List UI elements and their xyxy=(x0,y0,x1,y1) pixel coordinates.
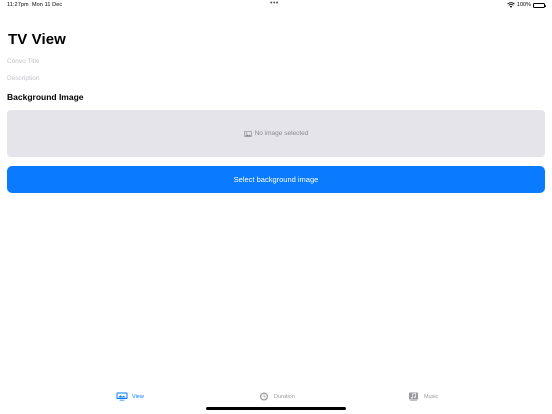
status-time: 11:27pm xyxy=(7,2,29,8)
tab-view[interactable]: View xyxy=(116,392,144,401)
tab-music-label: Music xyxy=(424,393,439,400)
tab-music[interactable]: Music xyxy=(408,392,438,401)
background-image-heading: Background Image xyxy=(7,92,84,102)
status-bar: 11:27pm Mon 11 Dec ••• 100% xyxy=(0,0,552,10)
battery-icon xyxy=(533,2,546,8)
home-indicator[interactable] xyxy=(206,407,346,410)
page-title: TV View xyxy=(8,31,66,48)
clock-icon xyxy=(260,392,268,401)
status-time-date: 11:27pm Mon 11 Dec xyxy=(7,2,62,8)
battery-percentage: 100% xyxy=(516,2,531,8)
convo-title-input[interactable] xyxy=(7,58,307,65)
music-note-icon xyxy=(409,392,418,401)
status-date: Mon 11 Dec xyxy=(31,2,63,8)
multitasking-dots[interactable]: ••• xyxy=(270,0,279,7)
photo-icon xyxy=(243,130,252,137)
description-input[interactable] xyxy=(7,75,307,82)
tab-bar: View Duration Music xyxy=(0,388,552,408)
wifi-icon xyxy=(507,2,515,8)
tab-view-label: View xyxy=(132,393,144,400)
no-image-label: No image selected xyxy=(254,130,309,137)
select-background-image-button[interactable]: Select background image xyxy=(7,166,545,193)
tab-duration[interactable]: Duration xyxy=(258,392,295,401)
background-image-preview: No image selected xyxy=(7,110,545,157)
status-right: 100% xyxy=(507,2,546,8)
tab-duration-label: Duration xyxy=(274,393,295,400)
tv-icon xyxy=(116,392,128,401)
